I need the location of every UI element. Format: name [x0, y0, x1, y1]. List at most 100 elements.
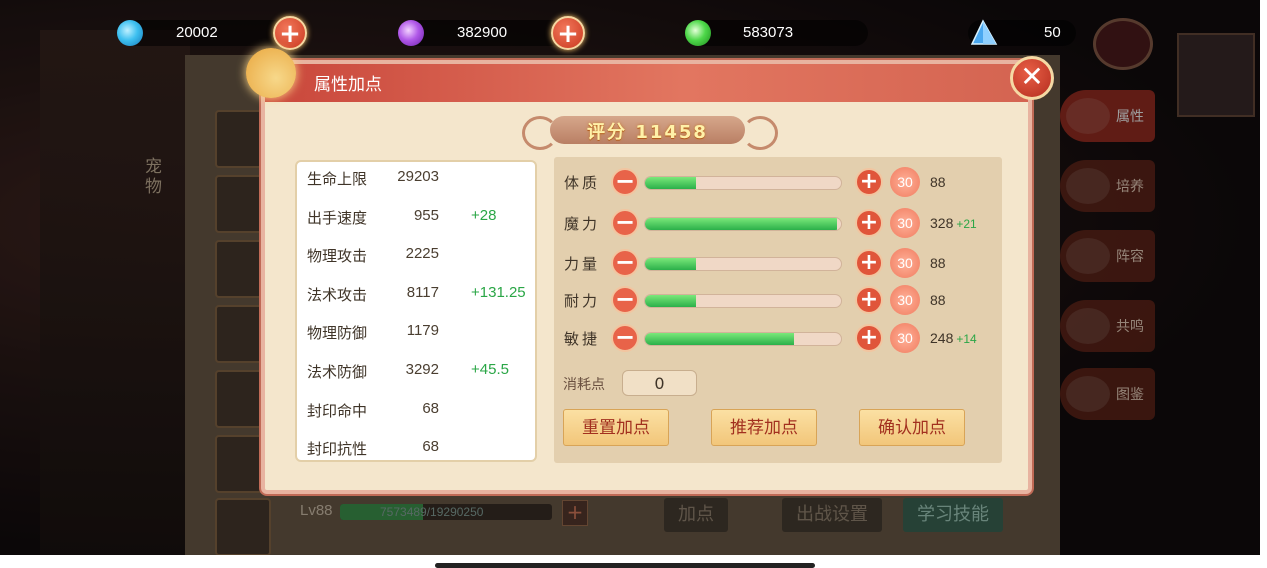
game-screen: 宠 物 属性 培养 阵容 共鸣 图鉴 Lv88 7573489/19290250… [0, 0, 1260, 555]
stats-panel: 生命上限 29203 出手速度 955 +28 物理攻击 2225 法术攻击 8117 +1… [295, 160, 537, 462]
stat-value: 8117 [406, 284, 439, 301]
cost-label: 消耗点 [563, 377, 605, 393]
attribute-name: 耐力 [564, 292, 601, 310]
stat-name: 物理防御 [307, 324, 368, 342]
dialog-title: 属性加点 [314, 75, 382, 95]
reset-points-button[interactable]: 重置加点 [563, 409, 669, 446]
attribute-name: 体质 [564, 174, 601, 192]
stat-row: 法术攻击 8117 +131.25 [297, 284, 537, 308]
stat-value: 955 [413, 207, 439, 224]
increase-button[interactable]: + [855, 168, 883, 196]
increase-button[interactable]: + [855, 209, 883, 237]
add-purple-orb-button[interactable]: + [551, 16, 585, 50]
increase-button[interactable]: + [855, 324, 883, 352]
score-label: 评分 [587, 122, 628, 143]
attribute-value-number: 88 [930, 174, 946, 190]
resource-bar: 20002 + 382900 + 583073 50 [0, 12, 1260, 54]
confirm-points-button[interactable]: 确认加点 [859, 409, 965, 446]
home-indicator[interactable] [435, 563, 815, 568]
decrease-button[interactable]: − [611, 168, 639, 196]
stat-row: 物理攻击 2225 [297, 245, 537, 269]
attribute-row-strength: 力量 − + 30 88 [554, 247, 1002, 279]
step-amount-button[interactable]: 30 [890, 208, 920, 238]
attribute-row-agility: 敏捷 − + 30 248 +14 [554, 322, 1002, 354]
decrease-button[interactable]: − [611, 209, 639, 237]
attribute-value-number: 328 [930, 215, 954, 231]
stat-name: 物理攻击 [307, 247, 368, 265]
attribute-value: 88 [930, 174, 949, 190]
attribute-value: 248 +14 [930, 330, 977, 346]
attribute-row-endurance: 耐力 − + 30 88 [554, 284, 1002, 316]
step-amount-button[interactable]: 30 [890, 167, 920, 197]
stat-row: 出手速度 955 +28 [297, 207, 537, 231]
attribute-row-constitution: 体质 − + 30 88 [554, 166, 1002, 198]
attribute-bar-fill [645, 258, 696, 270]
blue-orb-icon [117, 20, 143, 46]
increase-button[interactable]: + [855, 249, 883, 277]
attribute-bar-fill [645, 333, 794, 345]
stat-name: 生命上限 [307, 170, 368, 188]
purple-orb-value: 382900 [457, 24, 508, 41]
decrease-button[interactable]: − [611, 324, 639, 352]
attribute-name: 敏捷 [564, 330, 601, 348]
attribute-bonus: +14 [956, 332, 977, 346]
attribute-value-number: 88 [930, 255, 946, 271]
stat-value: 1179 [406, 322, 439, 339]
stat-row: 封印抗性 68 [297, 438, 537, 462]
stat-value: 2225 [405, 245, 439, 262]
green-orb-icon [685, 20, 711, 46]
stat-name: 法术防御 [307, 363, 368, 381]
diamond-icon [970, 19, 998, 45]
decrease-button[interactable]: − [611, 249, 639, 277]
stat-name: 出手速度 [307, 209, 368, 227]
stat-bonus: +45.5 [471, 361, 509, 378]
attribute-name: 魔力 [564, 215, 601, 233]
purple-orb-icon [398, 20, 424, 46]
score-display: 评分 11458 [520, 118, 775, 144]
attribute-value: 88 [930, 292, 949, 308]
close-icon[interactable]: ✕ [1010, 56, 1054, 100]
stat-value: 68 [422, 438, 439, 455]
attribute-bar [644, 332, 842, 346]
attribute-row-magic: 魔力 − + 30 328 +21 [554, 207, 1002, 239]
step-amount-button[interactable]: 30 [890, 285, 920, 315]
score-value: 11458 [635, 122, 708, 143]
stat-row: 生命上限 29203 [297, 168, 537, 192]
stat-value: 68 [422, 400, 439, 417]
attribute-value: 328 +21 [930, 215, 977, 231]
cost-value: 0 [622, 370, 697, 396]
add-blue-orb-button[interactable]: + [273, 16, 307, 50]
stat-row: 物理防御 1179 [297, 322, 537, 346]
stat-bonus: +28 [471, 207, 497, 224]
score-banner: 评分 11458 [520, 112, 778, 150]
attribute-bar [644, 217, 842, 231]
stat-value: 29203 [397, 168, 439, 185]
attribute-bar-fill [645, 295, 696, 307]
stat-name: 封印抗性 [307, 440, 368, 458]
stat-name: 封印命中 [307, 402, 368, 420]
recommend-points-button[interactable]: 推荐加点 [711, 409, 817, 446]
blue-orb-value: 20002 [176, 24, 218, 41]
green-orb-value: 583073 [743, 24, 794, 41]
moon-icon [246, 48, 296, 98]
attribute-value: 88 [930, 255, 949, 271]
decrease-button[interactable]: − [611, 286, 639, 314]
stat-name: 法术攻击 [307, 286, 368, 304]
stat-row: 法术防御 3292 +45.5 [297, 361, 537, 385]
stat-bonus: +131.25 [471, 284, 526, 301]
attribute-value-number: 88 [930, 292, 946, 308]
attribute-bar-fill [645, 177, 696, 189]
attribute-name: 力量 [564, 255, 601, 273]
stat-value: 3292 [405, 361, 439, 378]
attribute-value-number: 248 [930, 330, 954, 346]
attribute-bonus: +21 [956, 217, 977, 231]
step-amount-button[interactable]: 30 [890, 248, 920, 278]
attribute-bar [644, 176, 842, 190]
diamond-value: 50 [1044, 24, 1061, 41]
attribute-bar [644, 294, 842, 308]
attribute-bar-fill [645, 218, 838, 230]
step-amount-button[interactable]: 30 [890, 323, 920, 353]
attribute-bar [644, 257, 842, 271]
stat-row: 封印命中 68 [297, 400, 537, 424]
increase-button[interactable]: + [855, 286, 883, 314]
